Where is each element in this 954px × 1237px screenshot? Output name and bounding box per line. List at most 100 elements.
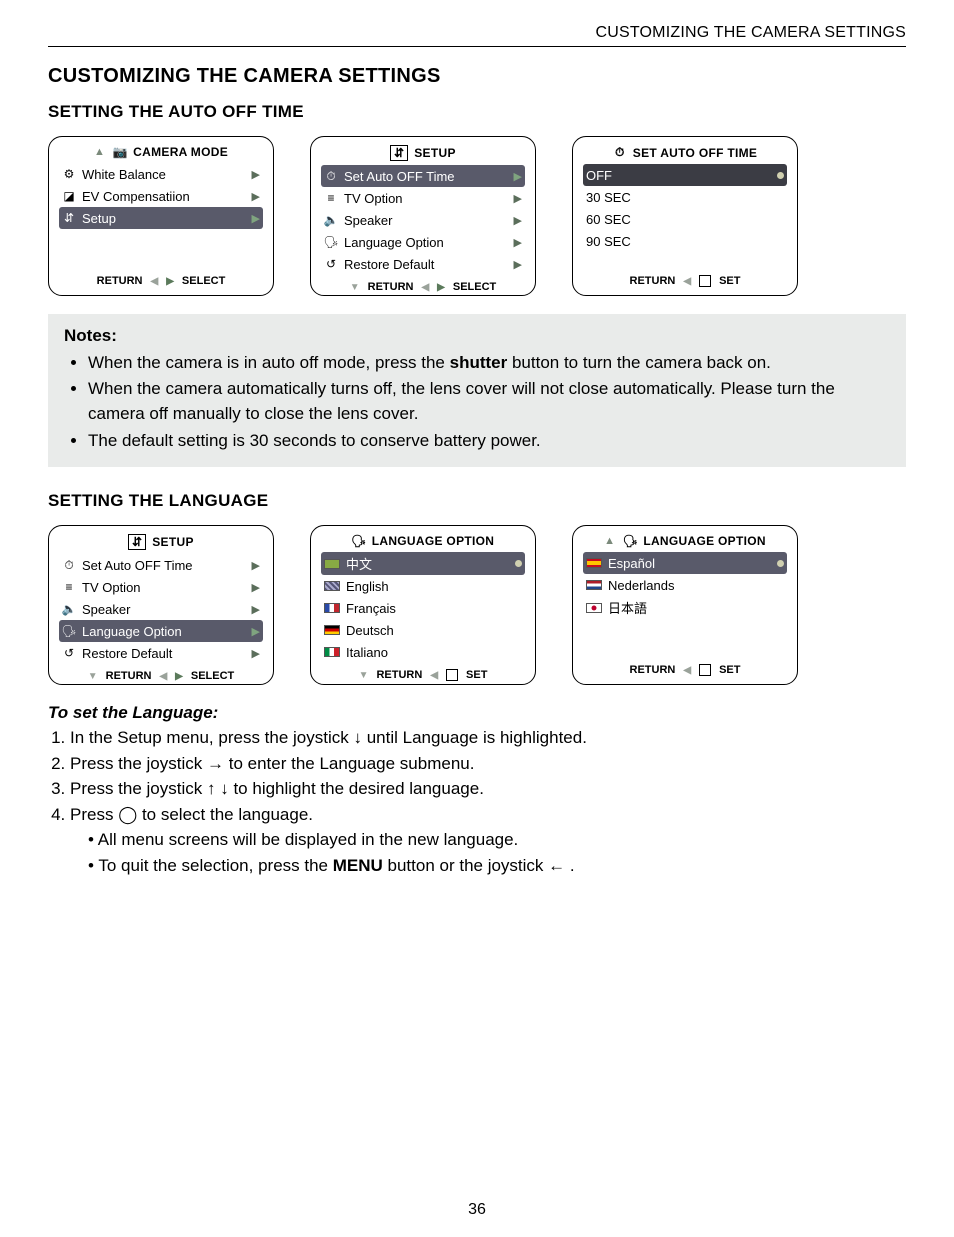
circle-icon: ◯ (118, 805, 137, 824)
language-option-menu-1: 🗣 LANGUAGE OPTION 中文EnglishFrançaisDeuts… (310, 525, 536, 685)
menu-item: 🗣Language Option▶ (321, 231, 525, 253)
chevron-right-icon: ▶ (514, 192, 522, 205)
note-item: The default setting is 30 seconds to con… (88, 429, 890, 454)
item-icon: ↺ (324, 257, 338, 271)
step-4-sub-1: All menu screens will be displayed in th… (88, 827, 906, 853)
menu-item: Deutsch (321, 619, 525, 641)
item-label: Français (346, 601, 396, 616)
left-arrow-icon: ◀ (430, 670, 438, 681)
chevron-right-icon: ▶ (252, 559, 260, 572)
return-label: RETURN (368, 281, 414, 293)
flag-icon (324, 581, 340, 591)
right-arrow-icon: ▶ (166, 276, 174, 287)
left-arrow-icon: ◀ (421, 282, 429, 293)
step-4: Press ◯ to select the language. All menu… (70, 802, 906, 879)
item-label: White Balance (82, 167, 166, 182)
menu-item: ⏱Set Auto OFF Time▶ (59, 554, 263, 576)
item-icon: 🗣 (62, 624, 76, 638)
setup-menu-lang: ⇵ SETUP ⏱Set Auto OFF Time▶≡TV Option▶🔈S… (48, 525, 274, 685)
up-arrow-icon: ↑ (207, 779, 216, 798)
menu-title: LANGUAGE OPTION (372, 534, 495, 548)
item-icon: ◪ (62, 189, 76, 203)
item-label: Speaker (344, 213, 392, 228)
camera-icon: 📷 (113, 145, 127, 159)
menu-item: Nederlands (583, 574, 787, 596)
flag-icon (324, 603, 340, 613)
left-arrow-icon: ← (548, 856, 565, 875)
chevron-right-icon: ▶ (252, 212, 260, 225)
menu-title: CAMERA MODE (133, 145, 228, 159)
up-arrow-icon: ▲ (604, 535, 615, 547)
menu-item: 60 SEC (583, 208, 787, 230)
menu-item: Español (583, 552, 787, 574)
chevron-right-icon: ▶ (252, 581, 260, 594)
auto-off-time-menu: ⏱ SET AUTO OFF TIME OFF30 SEC60 SEC90 SE… (572, 136, 798, 296)
page-number: 36 (0, 1201, 954, 1219)
left-arrow-icon: ◀ (683, 665, 691, 676)
item-icon: ⚙ (62, 167, 76, 181)
language-option-menu-2: ▲ 🗣 LANGUAGE OPTION EspañolNederlands日本語… (572, 525, 798, 685)
timer-icon: ⏱ (613, 145, 627, 160)
menu-title: LANGUAGE OPTION (643, 534, 766, 548)
note-item: When the camera is in auto off mode, pre… (88, 351, 890, 376)
language-menu-row: ⇵ SETUP ⏱Set Auto OFF Time▶≡TV Option▶🔈S… (48, 525, 906, 685)
item-label: Italiano (346, 645, 388, 660)
item-label: Nederlands (608, 578, 675, 593)
menu-item: OFF (583, 164, 787, 186)
flag-icon (324, 559, 340, 569)
down-arrow-icon: ▼ (88, 671, 98, 682)
right-arrow-icon: → (207, 754, 224, 773)
item-label: 30 SEC (586, 190, 631, 205)
set-label: SET (719, 664, 740, 676)
flag-icon (586, 558, 602, 568)
menu-item: ⇵Setup▶ (59, 207, 263, 229)
return-label: RETURN (630, 664, 676, 676)
left-arrow-icon: ◀ (683, 276, 691, 287)
item-icon: 🔈 (324, 213, 338, 227)
note-item: When the camera automatically turns off,… (88, 377, 890, 426)
down-arrow-icon: ↓ (220, 779, 229, 798)
chevron-right-icon: ▶ (252, 190, 260, 203)
item-label: Language Option (344, 235, 444, 250)
item-icon: ≡ (324, 191, 338, 205)
menu-item: ◪ EV Compensatiion ▶ (59, 185, 263, 207)
item-label: 60 SEC (586, 212, 631, 227)
return-label: RETURN (97, 275, 143, 287)
chevron-right-icon: ▶ (514, 214, 522, 227)
flag-icon (586, 603, 602, 613)
item-label: EV Compensatiion (82, 189, 190, 204)
setup-menu: ⇵ SETUP ⏱Set Auto OFF Time▶≡TV Option▶🔈S… (310, 136, 536, 296)
set-label: SET (466, 669, 487, 681)
menu-item: 日本語 (583, 596, 787, 619)
item-label: Speaker (82, 602, 130, 617)
left-arrow-icon: ◀ (151, 276, 159, 287)
menu-item: 中文 (321, 552, 525, 575)
select-label: SELECT (453, 281, 496, 293)
auto-off-menu-row: ▲ 📷 CAMERA MODE ⚙White Balance▶◪EV Compe… (48, 136, 906, 296)
set-icon (699, 664, 711, 676)
language-subtitle: SETTING THE LANGUAGE (48, 491, 906, 511)
chevron-right-icon: ▶ (514, 236, 522, 249)
instructions-title: To set the Language: (48, 703, 906, 723)
item-label: TV Option (82, 580, 141, 595)
item-label: Setup (82, 211, 116, 226)
item-label: Language Option (82, 624, 182, 639)
sliders-icon: ⇵ (128, 534, 146, 550)
radio-icon (515, 560, 522, 567)
sliders-icon: ⇵ (390, 145, 408, 161)
select-label: SELECT (182, 275, 225, 287)
notes-title: Notes: (64, 324, 890, 349)
set-label: SET (719, 275, 740, 287)
menu-title: SETUP (152, 535, 194, 549)
chevron-right-icon: ▶ (252, 625, 260, 638)
notes-list: When the camera is in auto off mode, pre… (64, 351, 890, 454)
menu-item: 90 SEC (583, 230, 787, 252)
down-arrow-icon: ↓ (353, 728, 362, 747)
notes-box: Notes: When the camera is in auto off mo… (48, 314, 906, 467)
item-label: Restore Default (82, 646, 172, 661)
step-1: In the Setup menu, press the joystick ↓ … (70, 725, 906, 751)
radio-icon (777, 560, 784, 567)
item-icon: ⏱ (62, 558, 76, 573)
item-icon: ↺ (62, 646, 76, 660)
item-label: English (346, 579, 389, 594)
